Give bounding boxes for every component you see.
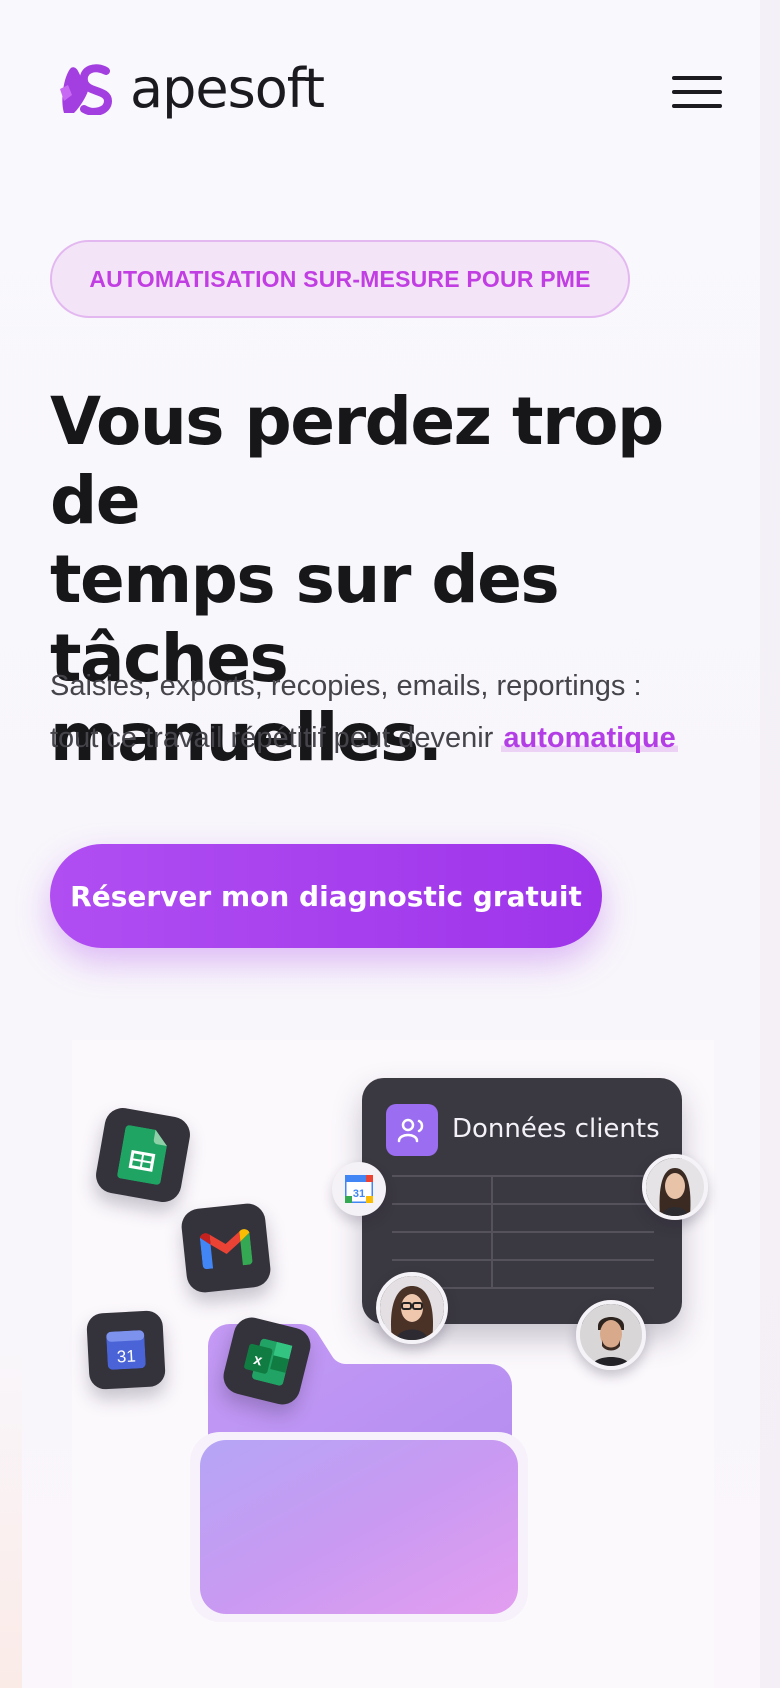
- avatar-man: [576, 1300, 646, 1370]
- headline-line-1: Vous perdez trop de: [50, 383, 664, 539]
- apesoft-logo-icon[interactable]: [58, 63, 114, 115]
- book-diagnostic-button[interactable]: Réserver mon diagnostic gratuit: [50, 844, 602, 948]
- gmail-icon: [179, 1201, 273, 1295]
- subtext-line-1: Saisies, exports, recopies, emails, repo…: [50, 670, 642, 702]
- calendar-badge-day: 31: [353, 1188, 365, 1200]
- card-title: Données clients: [452, 1114, 660, 1144]
- google-sheets-icon: [93, 1105, 193, 1205]
- logo-text[interactable]: apesoft: [130, 62, 325, 116]
- google-calendar-icon: 31: [86, 1310, 166, 1390]
- hero-subtext: Saisies, exports, recopies, emails, repo…: [50, 660, 750, 764]
- scrollbar-track: [760, 0, 780, 1688]
- landing-page: apesoft AUTOMATISATION SUR-MESURE POUR P…: [0, 0, 780, 1688]
- calendar-badge-icon: 31: [332, 1162, 386, 1216]
- hamburger-menu-icon[interactable]: [672, 72, 722, 112]
- background-glow: [0, 1350, 22, 1688]
- subtext-highlight: automatique: [501, 722, 678, 754]
- site-header: apesoft: [58, 62, 325, 116]
- subtext-line-2: tout ce travail répétitif peut devenir: [50, 722, 502, 754]
- contacts-icon: [386, 1104, 438, 1156]
- data-table-grid: [392, 1175, 654, 1289]
- category-badge: AUTOMATISATION SUR-MESURE POUR PME: [50, 240, 630, 318]
- avatar-woman-1: [642, 1154, 708, 1220]
- calendar-day-text: 31: [116, 1347, 136, 1367]
